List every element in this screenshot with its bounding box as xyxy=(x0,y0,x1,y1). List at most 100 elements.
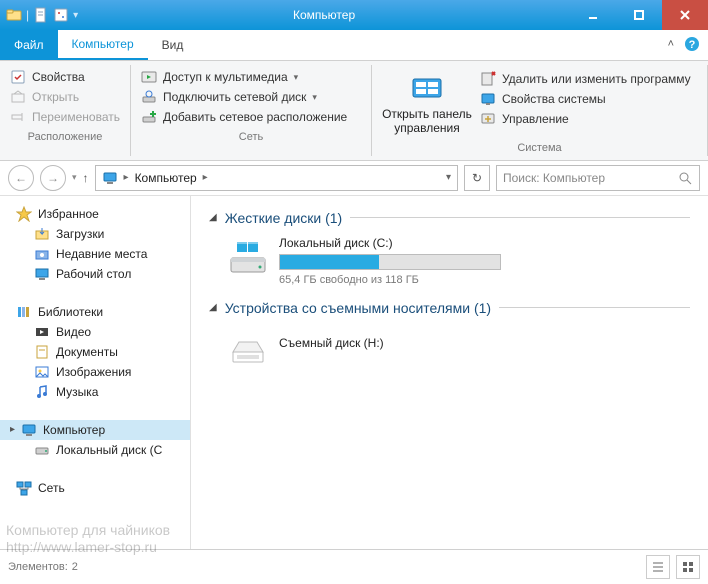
up-button[interactable]: ↑ xyxy=(83,171,89,185)
refresh-button[interactable]: ↻ xyxy=(464,165,490,191)
group-label-location: Расположение xyxy=(10,131,120,143)
tree-label: Документы xyxy=(56,345,118,359)
tab-file[interactable]: Файл xyxy=(0,30,58,60)
control-panel-icon xyxy=(411,73,443,105)
tab-view[interactable]: Вид xyxy=(148,30,198,60)
tree-favorites[interactable]: Избранное xyxy=(0,204,190,224)
map-drive-button[interactable]: Подключить сетевой диск ▾ xyxy=(141,89,361,105)
tree-video[interactable]: Видео xyxy=(0,322,190,342)
tree-label: Рабочий стол xyxy=(56,267,131,281)
sysprops-icon xyxy=(480,91,496,107)
separator: | xyxy=(26,8,29,22)
search-input[interactable]: Поиск: Компьютер xyxy=(496,165,700,191)
chevron-right-icon[interactable]: ▸ xyxy=(124,172,129,183)
tree-label: Изображения xyxy=(56,365,131,379)
maximize-button[interactable] xyxy=(616,0,662,30)
star-icon xyxy=(16,206,32,222)
folder-icon[interactable] xyxy=(6,7,22,23)
close-button[interactable] xyxy=(662,0,708,30)
tree-label: Избранное xyxy=(38,207,99,221)
chevron-down-icon: ▾ xyxy=(312,92,317,103)
open-button[interactable]: Открыть xyxy=(10,89,120,105)
chevron-right-icon[interactable]: ▸ xyxy=(203,172,208,183)
address-bar-row: ← → ▾ ↑ ▸ Компьютер ▸ ▾ ↻ Поиск: Компьют… xyxy=(0,161,708,196)
tree-pictures[interactable]: Изображения xyxy=(0,362,190,382)
tree-local-c[interactable]: Локальный диск (C xyxy=(0,440,190,460)
recent-locations-chevron[interactable]: ▾ xyxy=(72,172,77,183)
pictures-icon xyxy=(34,364,50,380)
address-dropdown-icon[interactable]: ▾ xyxy=(446,172,451,183)
removable-drive-icon xyxy=(227,326,269,368)
addloc-label: Добавить сетевое расположение xyxy=(163,110,347,124)
properties-icon[interactable] xyxy=(53,7,69,23)
details-view-button[interactable] xyxy=(646,555,670,579)
rename-label: Переименовать xyxy=(32,110,120,124)
tree-desktop[interactable]: Рабочий стол xyxy=(0,264,190,284)
desktop-icon xyxy=(34,266,50,282)
document-icon[interactable] xyxy=(33,7,49,23)
drive-freespace: 65,4 ГБ свободно из 118 ГБ xyxy=(279,274,501,286)
tab-computer[interactable]: Компьютер xyxy=(58,30,148,60)
map-drive-icon xyxy=(141,89,157,105)
drive-item-c[interactable]: Локальный диск (C:) 65,4 ГБ свободно из … xyxy=(227,236,690,286)
recent-icon xyxy=(34,246,50,262)
group-label-network: Сеть xyxy=(141,131,361,143)
group-label-system: Система xyxy=(382,142,697,154)
group-system: Открыть панель управления Удалить или из… xyxy=(372,65,708,156)
tree-network[interactable]: Сеть xyxy=(0,478,190,498)
video-icon xyxy=(34,324,50,340)
collapse-ribbon-icon[interactable]: ˄ xyxy=(668,38,674,50)
tree-label: Недавние места xyxy=(56,247,147,261)
tree-computer[interactable]: ▸ Компьютер xyxy=(0,420,190,440)
documents-icon xyxy=(34,344,50,360)
open-label: Открыть xyxy=(32,90,79,104)
title-bar[interactable]: | ▾ Компьютер xyxy=(0,0,708,30)
open-control-panel-button[interactable]: Открыть панель управления xyxy=(382,73,472,136)
drive-item-h[interactable]: Съемный диск (H:) xyxy=(227,326,690,368)
minimize-button[interactable] xyxy=(570,0,616,30)
collapse-icon[interactable]: ▸ xyxy=(10,424,15,435)
tree-downloads[interactable]: Загрузки xyxy=(0,224,190,244)
tree-label: Загрузки xyxy=(56,227,104,241)
manage-button[interactable]: Управление xyxy=(480,111,691,127)
computer-icon xyxy=(102,170,118,186)
rename-button[interactable]: Переименовать xyxy=(10,109,120,125)
forward-button[interactable]: → xyxy=(40,165,66,191)
tree-music[interactable]: Музыка xyxy=(0,382,190,402)
computer-icon xyxy=(21,422,37,438)
address-bar[interactable]: ▸ Компьютер ▸ ▾ xyxy=(95,165,458,191)
uninstall-button[interactable]: Удалить или изменить программу xyxy=(480,71,691,87)
help-icon[interactable]: ? xyxy=(684,36,700,52)
collapse-icon[interactable]: ◢ xyxy=(209,302,217,313)
ribbon: Свойства Открыть Переименовать Расположе… xyxy=(0,61,708,161)
add-location-button[interactable]: Добавить сетевое расположение xyxy=(141,109,361,125)
navigation-pane[interactable]: Избранное Загрузки Недавние места Рабочи… xyxy=(0,196,191,549)
tree-libraries[interactable]: Библиотеки xyxy=(0,302,190,322)
breadcrumb-item[interactable]: Компьютер xyxy=(135,171,197,185)
status-bar: Элементов: 2 xyxy=(0,549,708,584)
explorer-window: | ▾ Компьютер Файл Компьютер Вид ˄ ? Сво… xyxy=(0,0,708,584)
section-removable[interactable]: ◢ Устройства со съемными носителями (1) xyxy=(209,300,690,316)
capacity-bar xyxy=(279,254,501,270)
collapse-icon[interactable]: ◢ xyxy=(209,212,217,223)
music-icon xyxy=(34,384,50,400)
back-button[interactable]: ← xyxy=(8,165,34,191)
group-location: Свойства Открыть Переименовать Расположе… xyxy=(0,65,131,156)
media-label: Доступ к мультимедиа xyxy=(163,70,288,84)
open-icon xyxy=(10,89,26,105)
properties-button[interactable]: Свойства xyxy=(10,69,120,85)
media-access-button[interactable]: Доступ к мультимедиа ▾ xyxy=(141,69,361,85)
properties-icon xyxy=(10,69,26,85)
large-icons-view-button[interactable] xyxy=(676,555,700,579)
search-placeholder: Поиск: Компьютер xyxy=(503,171,677,185)
add-location-icon xyxy=(141,109,157,125)
search-icon xyxy=(677,170,693,186)
open-cp-label: Открыть панель управления xyxy=(382,107,472,136)
items-view[interactable]: ◢ Жесткие диски (1) Локальный диск (C:) … xyxy=(191,196,708,549)
libraries-icon xyxy=(16,304,32,320)
system-props-button[interactable]: Свойства системы xyxy=(480,91,691,107)
tree-documents[interactable]: Документы xyxy=(0,342,190,362)
section-hard-drives[interactable]: ◢ Жесткие диски (1) xyxy=(209,210,690,226)
tree-recent[interactable]: Недавние места xyxy=(0,244,190,264)
tree-label: Библиотеки xyxy=(38,305,103,319)
